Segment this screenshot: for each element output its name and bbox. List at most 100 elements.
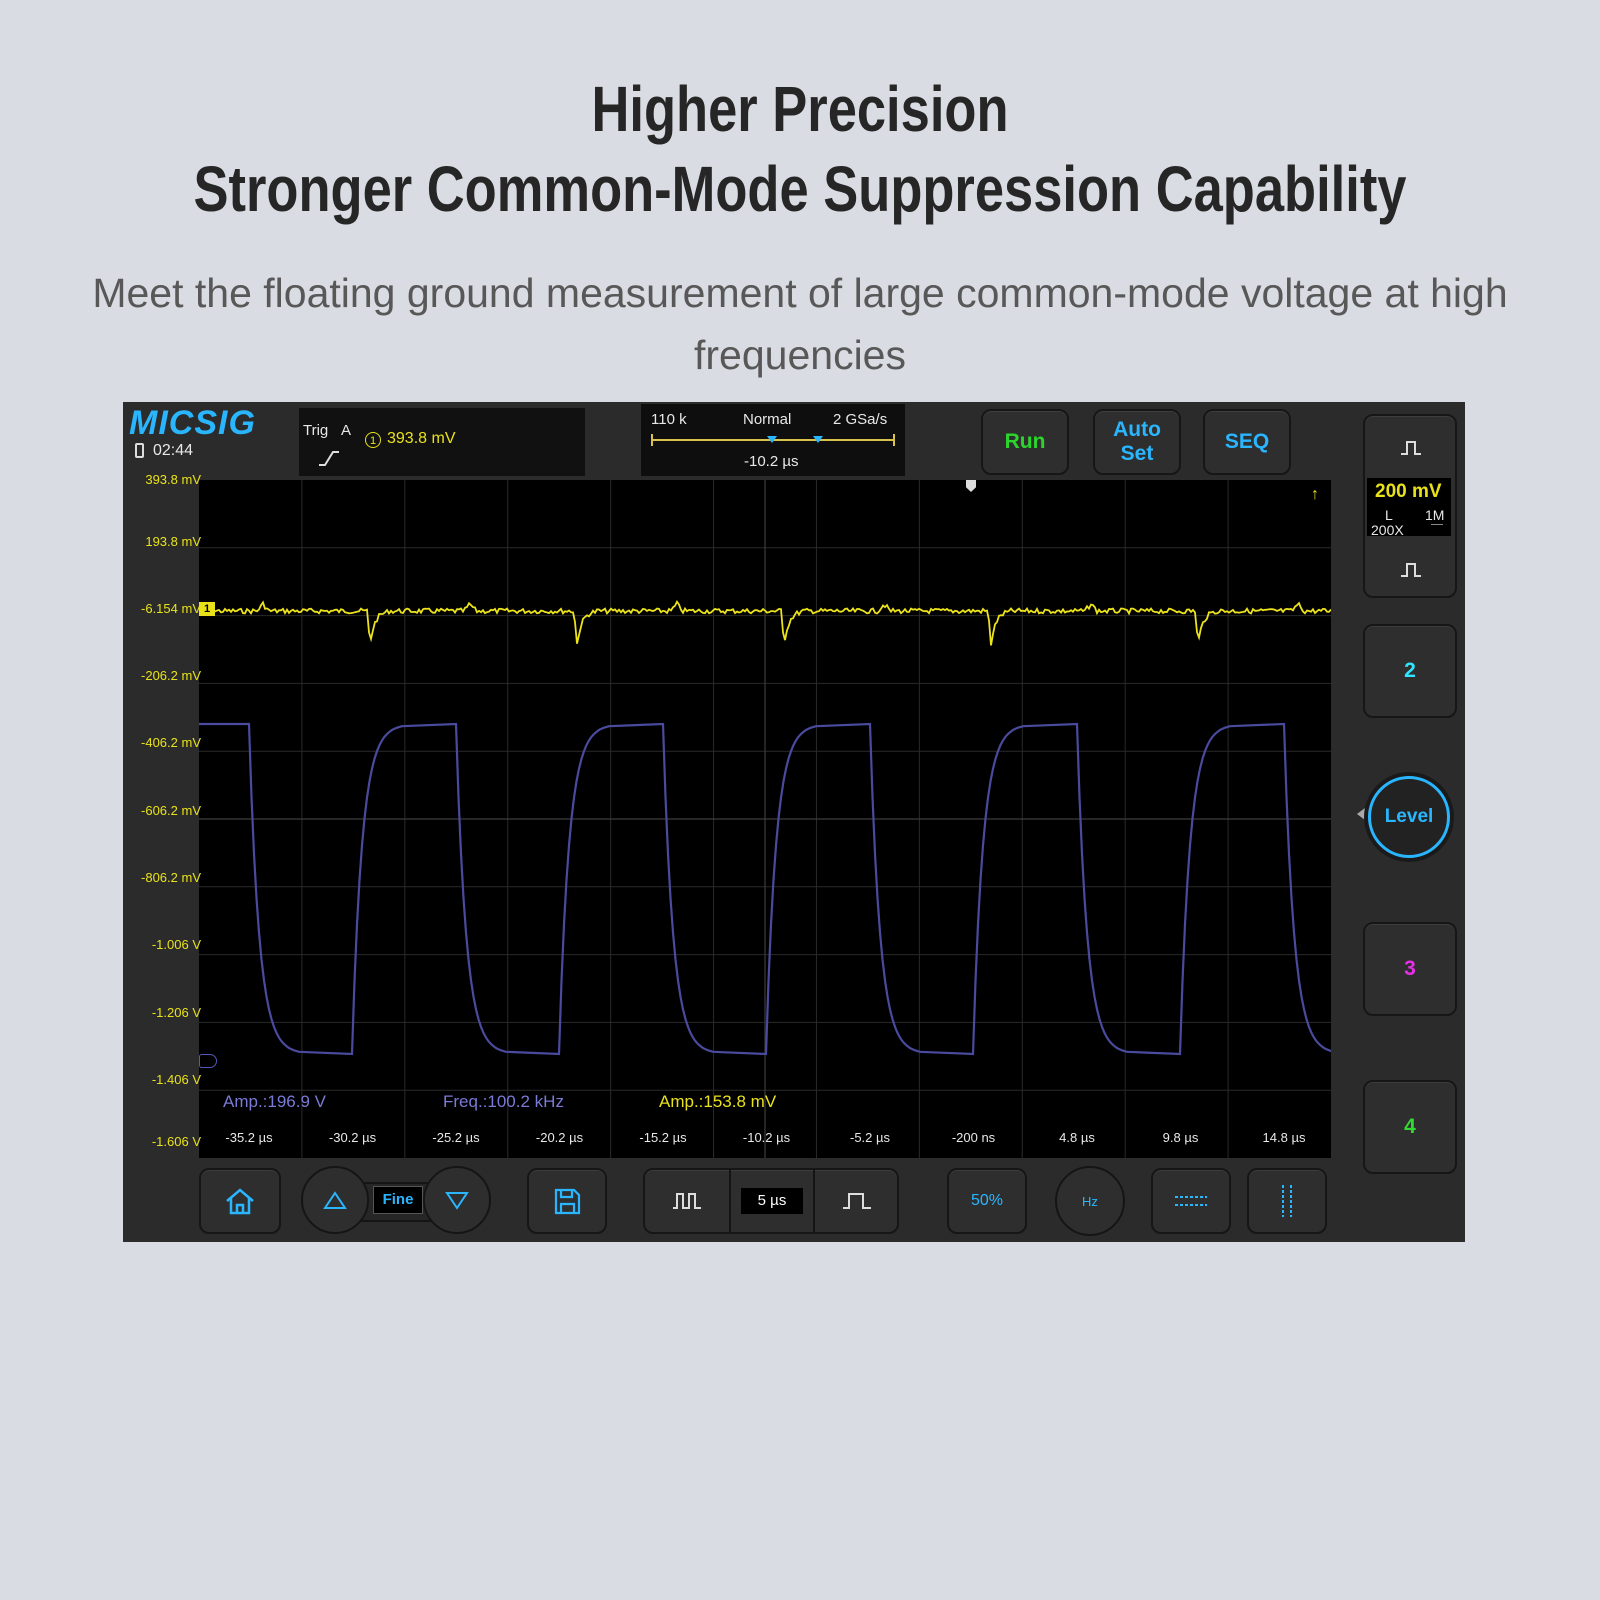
fine-adjust-group: Fine bbox=[301, 1166, 491, 1234]
step-down-button[interactable] bbox=[423, 1166, 491, 1234]
y-tick-label: 193.8 mV bbox=[145, 534, 201, 549]
x-tick-label: 14.8 µs bbox=[1262, 1130, 1306, 1145]
memory-bar-left-cap bbox=[651, 434, 653, 446]
home-icon bbox=[226, 1188, 254, 1215]
trigger-level-arrow-icon[interactable]: ↑ bbox=[1311, 486, 1319, 504]
ch1-marker-label: 1 bbox=[203, 603, 211, 615]
y-tick-label: -6.154 mV bbox=[141, 601, 201, 616]
auto-set-label-line2: Set bbox=[1120, 442, 1154, 465]
pulse-icon-lower bbox=[1401, 563, 1421, 577]
memory-bar-right-cap bbox=[893, 434, 895, 446]
brand-logo: Micsig bbox=[129, 404, 256, 442]
timebase-wider-button[interactable] bbox=[645, 1170, 731, 1232]
acquisition-panel[interactable]: 110 k Normal 2 GSa/s -10.2 µs bbox=[641, 404, 905, 476]
x-tick-label: 4.8 µs bbox=[1059, 1130, 1095, 1145]
seq-button[interactable]: SEQ bbox=[1203, 409, 1291, 475]
pulse-icon bbox=[1401, 441, 1421, 455]
math-square-trace bbox=[199, 722, 1331, 1056]
ground-symbol-icon bbox=[1431, 524, 1443, 531]
x-tick-label: -10.2 µs bbox=[742, 1130, 791, 1145]
ch2-button[interactable]: 2 bbox=[1363, 624, 1457, 718]
measurement-amplitude-math: Amp.:196.9 V bbox=[223, 1092, 327, 1111]
ch1-menu-button[interactable]: 200 mV L 1M 200X bbox=[1363, 414, 1457, 598]
trigger-position-marker bbox=[767, 436, 777, 443]
view-position-marker bbox=[813, 436, 823, 443]
ch2-label: 2 bbox=[1404, 659, 1416, 682]
save-icon bbox=[554, 1188, 581, 1215]
fine-label: Fine bbox=[382, 1191, 414, 1208]
battery-icon bbox=[135, 443, 144, 458]
ch1-probe-ratio: 200X bbox=[1371, 522, 1404, 538]
vertical-cursor-button[interactable] bbox=[1247, 1168, 1327, 1234]
headline-primary: Higher Precision bbox=[591, 73, 1009, 145]
save-button[interactable] bbox=[527, 1168, 607, 1234]
x-tick-label: -20.2 µs bbox=[535, 1130, 584, 1145]
ch1-info-box: 200 mV L 1M 200X bbox=[1367, 478, 1451, 538]
triangle-up-icon bbox=[323, 1191, 347, 1209]
rising-edge-icon bbox=[319, 451, 339, 466]
x-tick-label: -30.2 µs bbox=[328, 1130, 377, 1145]
ch1-scale: 200 mV bbox=[1375, 481, 1442, 502]
auto-set-label-line1: Auto bbox=[1113, 418, 1161, 441]
trigger-level: 393.8 mV bbox=[387, 430, 456, 447]
fifty-percent-label: 50% bbox=[970, 1192, 1004, 1209]
auto-set-button[interactable]: Auto Set bbox=[1093, 409, 1181, 475]
wide-pulse-icon bbox=[843, 1193, 871, 1209]
run-button[interactable]: Run bbox=[981, 409, 1069, 475]
y-tick-label: -206.2 mV bbox=[141, 668, 201, 683]
home-button[interactable] bbox=[199, 1168, 281, 1234]
level-knob-pointer-icon bbox=[1357, 808, 1365, 820]
subtitle: Meet the floating ground measurement of … bbox=[92, 270, 1508, 378]
ch3-label: 3 bbox=[1404, 957, 1416, 980]
trigger-panel[interactable]: Trig A 1 393.8 mV bbox=[299, 408, 585, 476]
run-label: Run bbox=[1004, 430, 1046, 453]
level-label: Level bbox=[1384, 806, 1434, 827]
measurement-frequency: Freq.:100.2 kHz bbox=[443, 1092, 564, 1111]
fine-label-box[interactable]: Fine bbox=[373, 1186, 423, 1214]
y-tick-label: -1.606 V bbox=[151, 1134, 201, 1149]
x-tick-label: -200 ns bbox=[951, 1130, 996, 1145]
x-tick-label: -5.2 µs bbox=[849, 1130, 891, 1145]
sample-rate: 2 GSa/s bbox=[833, 411, 888, 428]
x-tick-label: -35.2 µs bbox=[225, 1130, 273, 1145]
y-tick-label: -606.2 mV bbox=[141, 803, 201, 818]
ch1-ground-marker[interactable]: 1 bbox=[199, 602, 215, 616]
ch1-trace bbox=[199, 599, 1331, 646]
waveform-area[interactable]: Amp.:196.9 V Freq.:100.2 kHz Amp.:153.8 … bbox=[199, 480, 1331, 1158]
trigger-label: Trig bbox=[303, 422, 329, 439]
vertical-cursor-icon bbox=[1282, 1185, 1292, 1217]
triangle-down-icon bbox=[445, 1192, 469, 1210]
math-ground-marker[interactable] bbox=[199, 1054, 217, 1068]
level-knob[interactable]: Level bbox=[1368, 776, 1450, 858]
acquisition-mode: Normal bbox=[743, 411, 792, 428]
measurement-amplitude-ch1: Amp.:153.8 mV bbox=[659, 1092, 777, 1111]
headline-secondary: Stronger Common-Mode Suppression Capabil… bbox=[193, 153, 1407, 225]
seq-label: SEQ bbox=[1224, 430, 1270, 453]
frequency-counter-button[interactable]: Hz bbox=[1055, 1166, 1125, 1236]
y-tick-label: -1.206 V bbox=[151, 1005, 201, 1020]
y-tick-label: -806.2 mV bbox=[141, 870, 201, 885]
ch4-label: 4 bbox=[1404, 1115, 1416, 1138]
horizontal-cursor-button[interactable] bbox=[1151, 1168, 1231, 1234]
x-tick-label: 9.8 µs bbox=[1162, 1130, 1199, 1145]
hz-label: Hz bbox=[1082, 1193, 1098, 1209]
dense-pulse-icon bbox=[673, 1193, 701, 1209]
timebase-value: 5 µs bbox=[757, 1192, 787, 1209]
x-tick-label: -25.2 µs bbox=[432, 1130, 480, 1145]
trigger-50-percent-button[interactable]: 50% bbox=[947, 1168, 1027, 1234]
oscilloscope-screen: Micsig 02:44 Trig A 1 393.8 mV 110 k Nor… bbox=[123, 402, 1465, 1242]
ch4-button[interactable]: 4 bbox=[1363, 1080, 1457, 1174]
y-tick-label: -1.006 V bbox=[151, 937, 201, 952]
waveform-traces bbox=[199, 599, 1331, 1056]
trigger-channel-badge: 1 bbox=[365, 432, 381, 448]
trigger-source: A bbox=[341, 422, 352, 439]
ch3-button[interactable]: 3 bbox=[1363, 922, 1457, 1016]
y-tick-label: -406.2 mV bbox=[141, 735, 201, 750]
x-tick-label: -15.2 µs bbox=[639, 1130, 687, 1145]
step-up-button[interactable] bbox=[301, 1166, 369, 1234]
timebase-narrower-button[interactable] bbox=[813, 1170, 899, 1232]
clock: 02:44 bbox=[153, 442, 194, 459]
timebase-control: 5 µs bbox=[643, 1168, 899, 1234]
horizontal-cursor-icon bbox=[1175, 1196, 1207, 1206]
horizontal-delay: -10.2 µs bbox=[744, 453, 799, 470]
